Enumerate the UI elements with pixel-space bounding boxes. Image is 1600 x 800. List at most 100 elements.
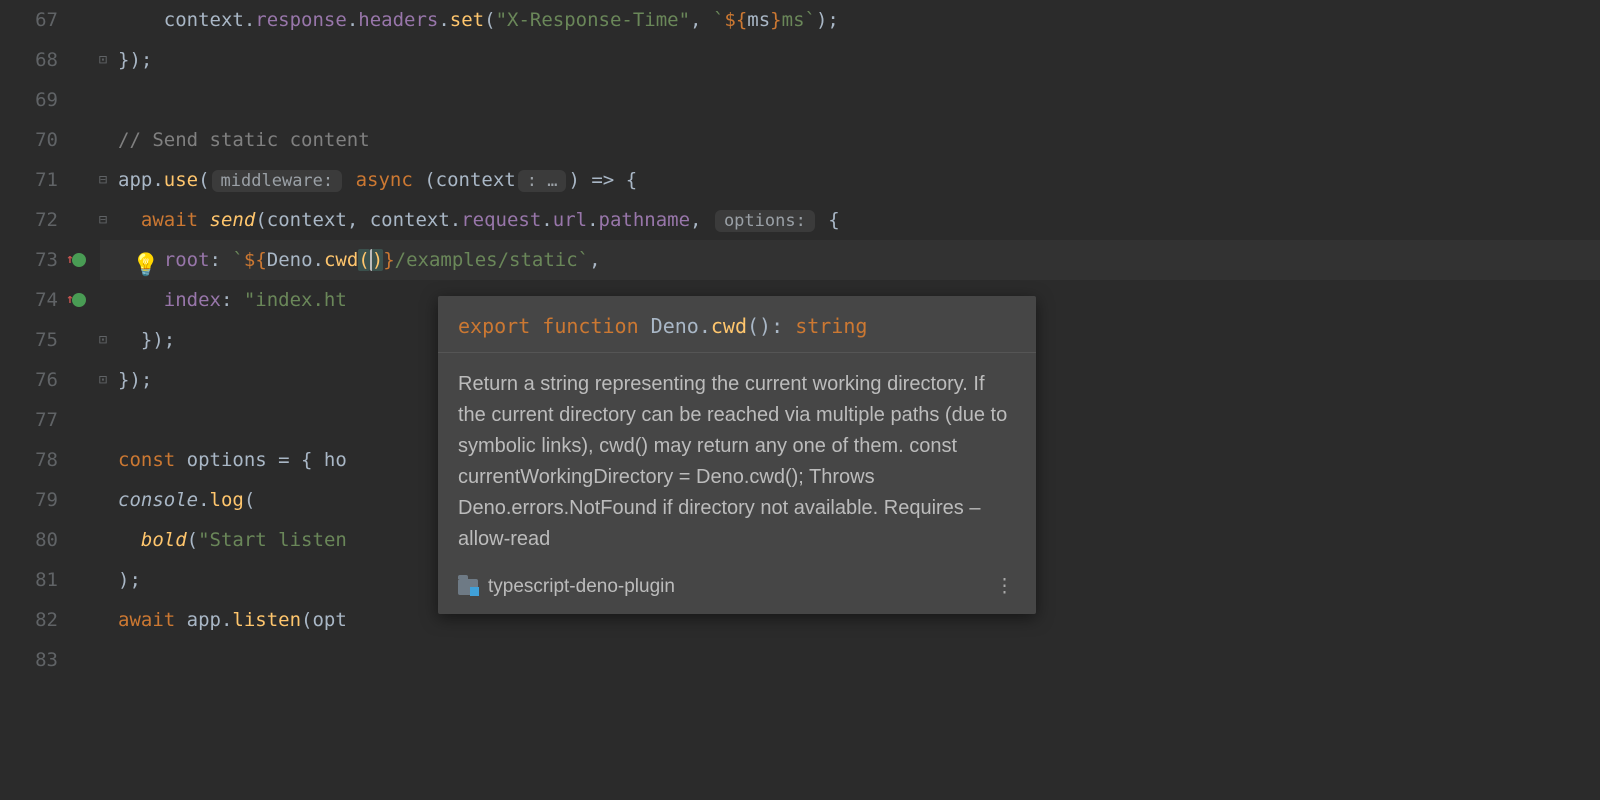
token: } xyxy=(770,9,781,31)
line-number[interactable]: 82 xyxy=(0,600,58,640)
token: cwd xyxy=(324,249,358,271)
token: async xyxy=(356,169,413,191)
line-number[interactable]: 80 xyxy=(0,520,58,560)
line-number[interactable]: 70 xyxy=(0,120,58,160)
token: ( xyxy=(358,249,369,271)
keyword-export: export xyxy=(458,314,530,338)
token: . xyxy=(244,9,255,31)
fold-close-icon[interactable]: ⊡ xyxy=(96,40,110,80)
fold-close-icon[interactable]: ⊡ xyxy=(96,320,110,360)
line-number[interactable]: 71 xyxy=(0,160,58,200)
quick-doc-body: Return a string representing the current… xyxy=(438,353,1036,567)
token: ${ xyxy=(244,249,267,271)
code-line[interactable]: context.response.headers.set("X-Response… xyxy=(100,0,1600,40)
line-number[interactable]: 76 xyxy=(0,360,58,400)
inlay-hint: middleware: xyxy=(212,170,343,192)
token: { xyxy=(817,209,840,231)
token: (context, context. xyxy=(255,209,461,231)
token xyxy=(118,529,141,551)
function-name: cwd xyxy=(711,314,747,338)
token: bold xyxy=(141,529,187,551)
line-number[interactable]: 73↑ xyxy=(0,240,58,280)
token: { xyxy=(614,169,637,191)
token: ` xyxy=(232,249,243,271)
code-line[interactable]: // Send static content xyxy=(100,120,1600,160)
vcs-arrow-icon: ↑ xyxy=(66,280,74,320)
code-line[interactable]: ⊡}); xyxy=(100,40,1600,80)
quick-doc-signature: export function Deno.cwd(): string xyxy=(438,296,1036,353)
fold-close-icon[interactable]: ⊡ xyxy=(96,360,110,400)
token: . xyxy=(541,209,552,231)
token: log xyxy=(210,489,244,511)
token: "Start listen xyxy=(198,529,347,551)
line-number[interactable]: 81 xyxy=(0,560,58,600)
token: ${ xyxy=(724,9,747,31)
token: listen xyxy=(232,609,301,631)
fold-open-icon[interactable]: ⊟ xyxy=(96,200,110,240)
quick-doc-popup: export function Deno.cwd(): string Retur… xyxy=(438,296,1036,614)
quick-doc-footer: typescript-deno-plugin ⋮ xyxy=(438,567,1036,614)
token: use xyxy=(164,169,198,191)
token: => xyxy=(591,169,614,191)
token: const xyxy=(118,449,175,471)
line-number[interactable]: 75 xyxy=(0,320,58,360)
token: ); xyxy=(816,9,839,31)
token: app. xyxy=(118,169,164,191)
token: headers xyxy=(358,9,438,31)
token: ( xyxy=(187,529,198,551)
token: options = { ho xyxy=(175,449,347,471)
line-number[interactable]: 72 xyxy=(0,200,58,240)
line-number[interactable]: 69 xyxy=(0,80,58,120)
token: . xyxy=(587,209,598,231)
token: request xyxy=(461,209,541,231)
token: await xyxy=(141,209,198,231)
token: }); xyxy=(118,369,152,391)
vcs-change-marker[interactable] xyxy=(72,253,86,267)
token xyxy=(344,169,355,191)
code-line[interactable]: ⊟ await send(context, context.request.ur… xyxy=(100,200,1600,240)
token: }); xyxy=(118,329,175,351)
token: : xyxy=(221,289,244,311)
vcs-change-marker[interactable] xyxy=(72,293,86,307)
token: }); xyxy=(118,49,152,71)
token: ) xyxy=(370,249,383,271)
token: : xyxy=(210,249,233,271)
token: . xyxy=(347,9,358,31)
token xyxy=(198,209,209,231)
more-actions-icon[interactable]: ⋮ xyxy=(995,575,1016,598)
inlay-hint: options: xyxy=(715,210,815,232)
vcs-arrow-icon: ↑ xyxy=(66,240,74,280)
token: // Send static content xyxy=(118,129,370,151)
line-number[interactable]: 67 xyxy=(0,0,58,40)
folder-icon xyxy=(458,579,478,595)
line-number[interactable]: 77 xyxy=(0,400,58,440)
qualifier: Deno. xyxy=(651,314,711,338)
token xyxy=(118,209,141,231)
token: } xyxy=(383,249,394,271)
gutter: 67686970717273↑74↑757677787980818283 xyxy=(0,0,92,800)
token: ` xyxy=(713,9,724,31)
token: app. xyxy=(175,609,232,631)
token: console xyxy=(118,489,198,511)
token: (opt xyxy=(301,609,347,631)
token: "X-Response-Time" xyxy=(496,9,690,31)
line-number[interactable]: 78 xyxy=(0,440,58,480)
line-number[interactable]: 79 xyxy=(0,480,58,520)
line-number[interactable]: 83 xyxy=(0,640,58,680)
token: , xyxy=(690,209,713,231)
line-number[interactable]: 74↑ xyxy=(0,280,58,320)
token: ) xyxy=(568,169,591,191)
code-line[interactable] xyxy=(100,640,1600,680)
line-number[interactable]: 68 xyxy=(0,40,58,80)
code-line[interactable] xyxy=(100,80,1600,120)
fold-open-icon[interactable]: ⊟ xyxy=(96,160,110,200)
token: , xyxy=(589,249,600,271)
code-line[interactable]: 💡 root: `${Deno.cwd()}/examples/static`, xyxy=(100,240,1600,280)
token: /examples/static` xyxy=(395,249,589,271)
token: ); xyxy=(118,569,141,591)
token: index xyxy=(164,289,221,311)
token: send xyxy=(210,209,256,231)
token: ms xyxy=(747,9,770,31)
token: response xyxy=(255,9,347,31)
code-line[interactable]: ⊟app.use(middleware: async (context: …) … xyxy=(100,160,1600,200)
